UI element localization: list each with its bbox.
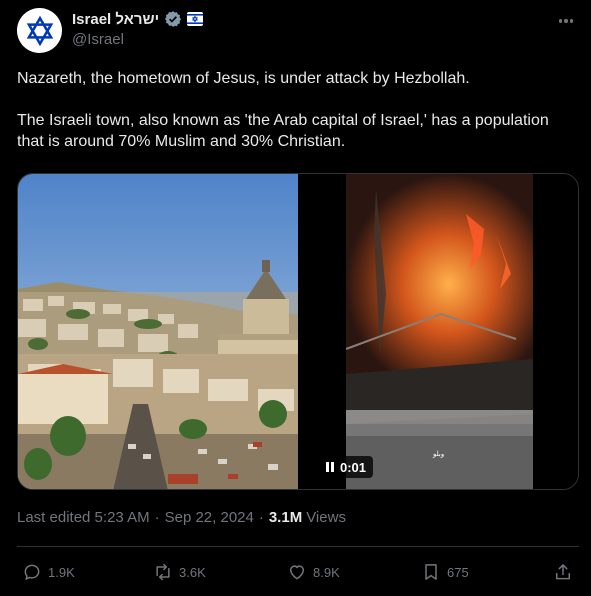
video-player[interactable]: وبلو 0:01	[299, 174, 578, 489]
tweet-paragraph-1: Nazareth, the hometown of Jesus, is unde…	[17, 70, 470, 87]
video-caption: وبلو	[432, 450, 444, 458]
author-name-row: Israel ישראל	[72, 10, 204, 28]
post-date[interactable]: Sep 22, 2024	[165, 509, 254, 526]
like-count: 8.9K	[313, 564, 340, 580]
tweet-meta: Last edited 5:23 AM · Sep 22, 2024 · 3.1…	[17, 509, 346, 526]
video-duration-badge[interactable]: 0:01	[319, 456, 374, 478]
meta-separator-2: ·	[258, 509, 264, 526]
action-bar: 1.9K 3.6K 8.9K 675	[17, 560, 579, 584]
nazareth-photo[interactable]	[18, 174, 298, 489]
bookmark-icon	[425, 564, 437, 580]
video-duration: 0:01	[340, 459, 367, 475]
reply-icon	[24, 564, 40, 580]
views-label: Views	[306, 509, 346, 526]
israel-flag-icon	[187, 12, 204, 26]
heart-icon	[290, 565, 304, 580]
repost-count: 3.6K	[179, 564, 206, 580]
avatar[interactable]	[17, 8, 62, 53]
reply-button[interactable]: 1.9K	[22, 560, 75, 584]
media-grid: وبلو 0:01	[17, 173, 579, 490]
share-icon	[556, 564, 570, 580]
more-icon[interactable]	[555, 12, 577, 30]
verified-badge-icon[interactable]	[164, 10, 182, 28]
tweet-paragraph-2: The Israeli town, also known as 'the Ara…	[17, 112, 549, 150]
bookmark-count: 675	[447, 564, 469, 580]
display-name[interactable]: Israel ישראל	[72, 11, 159, 28]
reply-count: 1.9K	[48, 564, 75, 580]
repost-button[interactable]: 3.6K	[153, 560, 206, 584]
like-button[interactable]: 8.9K	[287, 560, 340, 584]
star-of-david-icon	[26, 15, 53, 46]
edited-time[interactable]: Last edited 5:23 AM	[17, 509, 150, 526]
pause-icon[interactable]	[326, 462, 334, 472]
bookmark-button[interactable]: 675	[421, 560, 469, 584]
share-button[interactable]	[553, 560, 573, 584]
author-handle[interactable]: @Israel	[72, 31, 124, 48]
views-count[interactable]: 3.1M	[269, 509, 302, 526]
meta-separator-1: ·	[154, 509, 160, 526]
divider	[17, 546, 579, 547]
tweet-text: Nazareth, the hometown of Jesus, is unde…	[17, 68, 577, 152]
repost-icon	[156, 563, 170, 581]
